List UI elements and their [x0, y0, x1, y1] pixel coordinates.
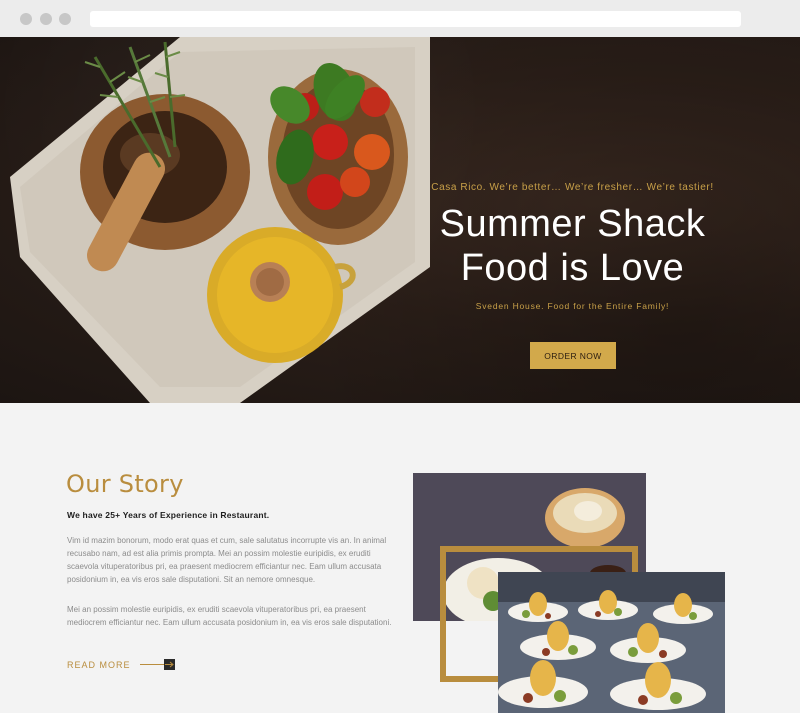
arrow-right-icon	[163, 659, 175, 670]
plated-dishes-image	[498, 572, 725, 713]
hero-tagline: Casa Rico. We’re better… We’re fresher… …	[431, 182, 714, 193]
read-more-link[interactable]: READ MORE	[67, 659, 175, 670]
story-paragraph: Vim id mazim bonorum, modo erat quas et …	[67, 536, 387, 584]
window-dot-icon[interactable]	[20, 13, 32, 25]
window-dot-icon[interactable]	[40, 13, 52, 25]
hero-title: Summer Shack Food is Love	[400, 202, 745, 290]
section-title: Our Story	[66, 470, 184, 498]
read-more-line	[139, 664, 164, 665]
read-more-label: READ MORE	[67, 659, 131, 670]
hero-banner: Casa Rico. We’re better… We’re fresher… …	[0, 37, 800, 403]
hero-title-line: Food is Love	[460, 247, 685, 289]
section-lead: We have 25+ Years of Experience in Resta…	[67, 510, 270, 520]
address-bar[interactable]	[90, 11, 741, 27]
hero-title-line: Summer Shack	[439, 203, 706, 245]
window-dot-icon[interactable]	[59, 13, 71, 25]
hero-subtitle: Sveden House. Food for the Entire Family…	[475, 301, 670, 311]
story-paragraph: Mei an possim molestie euripidis, ex eru…	[67, 605, 392, 627]
browser-toolbar	[0, 0, 800, 37]
order-now-button[interactable]: ORDER NOW	[530, 342, 616, 369]
